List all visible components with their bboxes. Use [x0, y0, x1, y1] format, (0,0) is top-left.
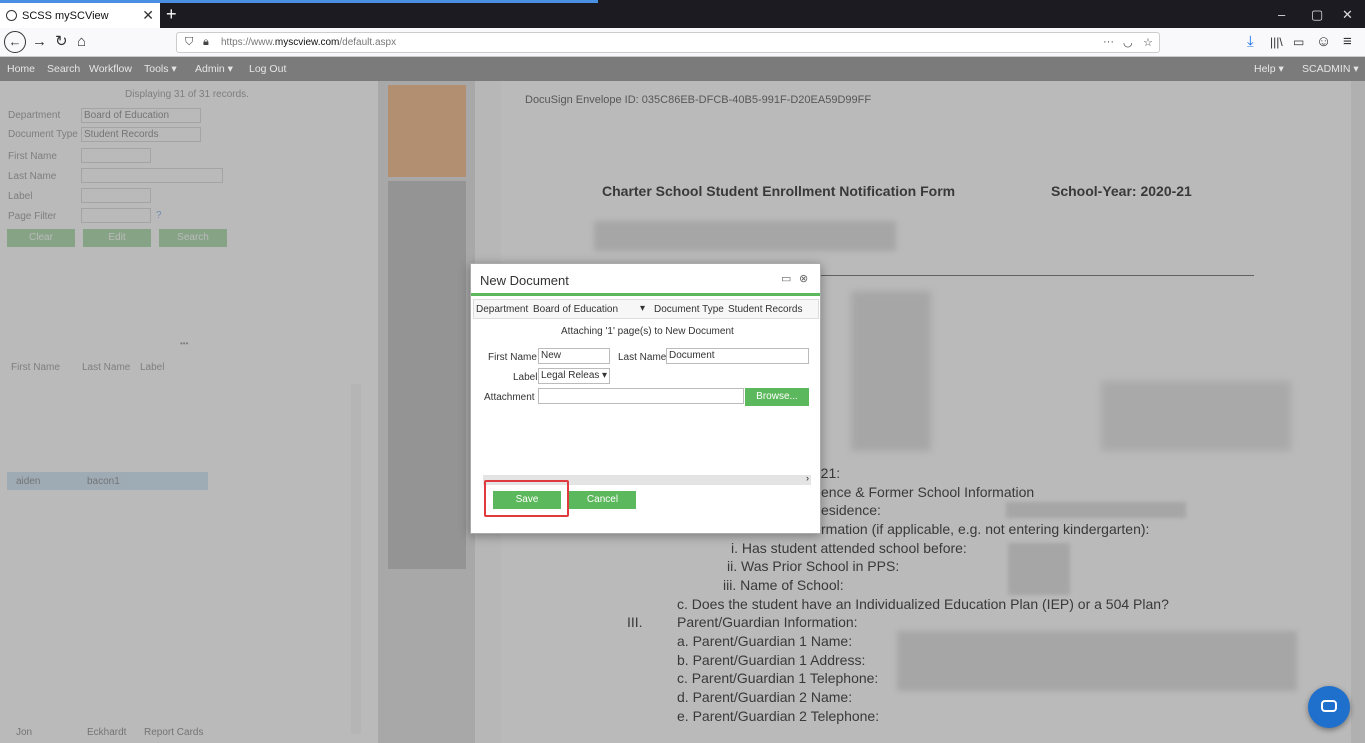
download-icon[interactable]: ⤓	[1247, 33, 1254, 51]
dialog-label-label: Label	[513, 372, 538, 383]
attachment-input[interactable]	[538, 388, 744, 404]
nav-admin[interactable]: Admin ▾	[195, 63, 233, 75]
lock-icon[interactable]: 🔒︎	[203, 36, 209, 49]
window-close-button[interactable]: ✕	[1342, 7, 1353, 23]
library-icon[interactable]: |||\	[1270, 33, 1283, 51]
dialog-label-select[interactable]: Legal Releas ▾	[538, 368, 610, 384]
url-domain: myscview.com	[274, 37, 340, 48]
browse-button[interactable]: Browse...	[745, 388, 809, 406]
menu-icon[interactable]: ≡	[1343, 33, 1352, 51]
sidebar-icon[interactable]: ▭	[1293, 33, 1304, 51]
close-dialog-icon[interactable]: ⊗	[799, 272, 808, 285]
minimize-button[interactable]: –	[1278, 7, 1285, 22]
new-tab-button[interactable]: +	[166, 4, 177, 24]
back-arrow-icon[interactable]: ←	[4, 31, 26, 53]
dialog-first-name-input[interactable]: New	[538, 348, 610, 364]
chevron-down-icon[interactable]: ▾	[640, 303, 645, 314]
url-prefix: https://www.	[221, 37, 275, 48]
dialog-doc-type-value[interactable]: Student Records	[728, 304, 803, 315]
nav-workflow[interactable]: Workflow	[89, 63, 132, 75]
more-icon[interactable]: ···	[1103, 36, 1114, 48]
maximize-button[interactable]: ▢	[1311, 7, 1323, 23]
maximize-dialog-icon[interactable]: ▭	[781, 272, 791, 285]
nav-help[interactable]: Help ▾	[1254, 63, 1284, 75]
browser-tab-bar: SCSS mySCView ✕ + – ▢ ✕	[0, 0, 1365, 28]
dialog-last-name-label: Last Name	[618, 352, 667, 363]
account-icon[interactable]: ☺	[1316, 33, 1331, 51]
dialog-header-row: Department Board of Education ▾ Document…	[473, 299, 819, 319]
nav-tools[interactable]: Tools ▾	[144, 63, 177, 75]
url-bar[interactable]: ⛉ 🔒︎ https://www.myscview.com/default.as…	[176, 32, 1160, 53]
dialog-department-label: Department	[476, 304, 529, 315]
dialog-accent-bar	[471, 293, 820, 296]
forward-arrow-icon[interactable]: →	[32, 33, 47, 51]
browser-nav-bar: ← → ↻ ⌂ ⛉ 🔒︎ https://www.myscview.com/de…	[0, 28, 1365, 57]
highlight-box	[484, 480, 569, 517]
nav-search[interactable]: Search	[47, 63, 80, 75]
shield-icon[interactable]: ⛉	[185, 36, 193, 49]
reload-icon[interactable]: ↻	[55, 33, 68, 51]
dialog-last-name-input[interactable]: Document	[666, 348, 809, 364]
dialog-department-select[interactable]: Board of Education	[533, 304, 618, 315]
chat-button[interactable]	[1308, 686, 1350, 728]
browser-tab[interactable]: SCSS mySCView ✕	[0, 3, 160, 28]
chat-bubble-icon	[1321, 700, 1337, 712]
tab-close-icon[interactable]: ✕	[142, 7, 154, 24]
chevron-right-icon[interactable]: ›	[806, 473, 809, 483]
pocket-icon[interactable]: ◡	[1123, 36, 1133, 49]
cancel-button[interactable]: Cancel	[569, 491, 636, 509]
nav-logout[interactable]: Log Out	[249, 63, 286, 75]
home-icon[interactable]: ⌂	[77, 33, 86, 51]
url-path: /default.aspx	[339, 37, 397, 48]
tab-title: SCSS mySCView	[22, 9, 109, 22]
dialog-attachment-label: Attachment	[484, 392, 535, 403]
dialog-doc-type-label: Document Type	[654, 304, 724, 315]
nav-home[interactable]: Home	[7, 63, 35, 75]
dialog-label-value: Legal Releas	[541, 370, 600, 381]
nav-user[interactable]: SCADMIN ▾	[1302, 63, 1359, 75]
chevron-down-icon[interactable]: ▾	[602, 369, 607, 383]
app-nav-bar: Home Search Workflow Tools ▾ Admin ▾ Log…	[0, 57, 1365, 81]
dialog-first-name-label: First Name	[488, 352, 537, 363]
url-text[interactable]: https://www.myscview.com/default.aspx	[221, 37, 396, 48]
dialog-title: New Document	[480, 273, 569, 288]
attaching-text: Attaching '1' page(s) to New Document	[561, 326, 734, 337]
bookmark-star-icon[interactable]: ☆	[1143, 36, 1153, 49]
site-favicon-icon	[6, 10, 17, 21]
